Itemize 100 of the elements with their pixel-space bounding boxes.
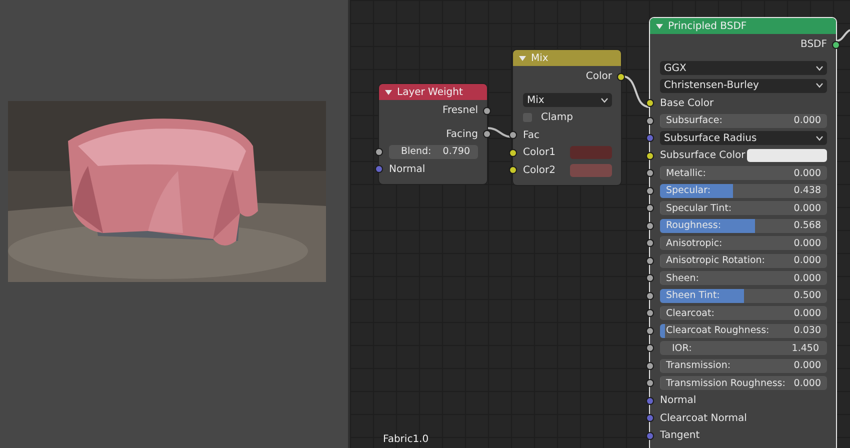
socket-dot[interactable]	[484, 131, 490, 137]
slider-label: Roughness:	[666, 220, 722, 232]
field-label: IOR:	[672, 342, 692, 354]
socket-label: Subsurface Color	[660, 150, 746, 162]
value-slider[interactable]: Anisotropic: 0.000	[660, 236, 827, 250]
socket-dot[interactable]	[647, 240, 653, 246]
socket-label: Color1	[523, 147, 556, 158]
slider-label: Metallic:	[666, 168, 706, 179]
number-field[interactable]: Blend: 0.790	[389, 144, 478, 159]
value-slider[interactable]: Subsurface: 0.000	[660, 114, 827, 128]
value-slider[interactable]: Metallic: 0.000	[660, 166, 827, 180]
checkbox-label: Clamp	[541, 112, 573, 124]
socket-dot[interactable]	[647, 345, 653, 351]
socket-dot[interactable]	[510, 132, 516, 138]
value-slider[interactable]: Clearcoat Roughness: 0.030	[660, 324, 827, 338]
socket-dot[interactable]	[647, 222, 653, 228]
slider-label: Transmission:	[666, 360, 731, 372]
chevron-icon	[816, 83, 823, 88]
socket-dot[interactable]	[484, 108, 490, 114]
socket-label: Fac	[523, 130, 540, 141]
slider-label: Transmission Roughness:	[666, 378, 786, 389]
value-slider[interactable]: Transmission: 0.000	[660, 358, 827, 373]
value-slider[interactable]: Transmission Roughness: 0.000	[660, 376, 827, 390]
node-header[interactable]: Layer Weight	[379, 84, 487, 100]
slider-value: 0.000	[794, 255, 821, 266]
slider-value: 0.568	[794, 220, 821, 232]
socket-label: Clearcoat Normal	[660, 412, 747, 424]
socket-label: Fresnel	[442, 105, 478, 116]
value-slider[interactable]: Sheen Tint: 0.500	[660, 288, 827, 303]
socket-label: Normal	[389, 164, 426, 175]
color-swatch[interactable]	[570, 146, 612, 160]
socket-dot[interactable]	[647, 415, 653, 421]
socket-dot[interactable]	[376, 166, 382, 172]
number-field[interactable]: IOR: 1.450	[660, 341, 827, 356]
slider-value: 0.000	[794, 272, 821, 284]
chevron-icon	[816, 136, 823, 141]
socket-dot[interactable]	[647, 328, 653, 334]
slider-value: 0.000	[794, 360, 821, 372]
socket-label: BSDF	[800, 39, 827, 50]
socket-dot[interactable]	[647, 432, 653, 438]
slider-value: 0.000	[794, 378, 821, 389]
color-swatch[interactable]	[570, 164, 612, 177]
slider-value: 0.438	[794, 185, 821, 196]
wire	[836, 29, 850, 42]
socket-dot[interactable]	[647, 380, 653, 386]
field-value: 1.450	[792, 342, 819, 354]
socket-label: Color2	[523, 164, 556, 176]
socket-dot[interactable]	[647, 135, 653, 141]
socket-dot[interactable]	[647, 310, 653, 316]
slider-label: Anisotropic:	[666, 238, 722, 249]
field-label: Blend:	[401, 146, 432, 158]
socket-dot[interactable]	[647, 118, 653, 124]
slider-value: 0.000	[794, 238, 821, 249]
socket-dot[interactable]	[647, 170, 653, 176]
socket-label: Facing	[446, 128, 478, 140]
socket-label: Normal	[660, 395, 696, 406]
socket-dot[interactable]	[833, 42, 839, 48]
socket-dot[interactable]	[647, 188, 653, 194]
collapse-icon[interactable]	[656, 24, 663, 28]
value-slider[interactable]: Anisotropic Rotation: 0.000	[660, 254, 827, 268]
dropdown[interactable]: GGX	[660, 61, 827, 76]
socket-dot[interactable]	[647, 292, 653, 298]
frame-label: Fabric1.0	[383, 434, 429, 445]
socket-dot[interactable]	[647, 152, 653, 158]
socket-dot[interactable]	[647, 100, 653, 106]
node-header[interactable]: Principled BSDF	[650, 18, 836, 34]
dropdown[interactable]: Subsurface Radius	[660, 131, 827, 146]
value-slider[interactable]: Specular: 0.438	[660, 184, 827, 198]
dropdown[interactable]: Mix	[523, 93, 612, 108]
slider-label: Sheen Tint:	[666, 290, 720, 302]
slider-value: 0.000	[794, 308, 821, 319]
slider-label: Subsurface:	[666, 115, 722, 126]
socket-dot[interactable]	[510, 167, 516, 173]
slider-value: 0.500	[794, 290, 821, 302]
value-slider[interactable]: Roughness: 0.568	[660, 218, 827, 233]
node-title: Mix	[531, 52, 548, 64]
socket-dot[interactable]	[647, 275, 653, 281]
field-value: 0.790	[442, 146, 470, 158]
slider-label: Clearcoat:	[666, 308, 714, 319]
socket-dot[interactable]	[647, 398, 653, 404]
slider-value: 0.000	[794, 168, 821, 179]
socket-dot[interactable]	[647, 258, 653, 264]
socket-label: Color	[586, 71, 612, 82]
slider-value: 0.030	[794, 325, 821, 336]
value-slider[interactable]: Specular Tint: 0.000	[660, 201, 827, 216]
collapse-icon[interactable]	[385, 90, 392, 94]
slider-label: Specular Tint:	[666, 202, 732, 214]
value-slider[interactable]: Clearcoat: 0.000	[660, 306, 827, 320]
socket-dot[interactable]	[618, 74, 624, 80]
slider-label: Anisotropic Rotation:	[666, 255, 765, 266]
socket-dot[interactable]	[510, 150, 516, 156]
dropdown[interactable]: Christensen-Burley	[660, 78, 827, 93]
socket-dot[interactable]	[376, 148, 382, 154]
socket-dot[interactable]	[647, 205, 653, 211]
value-slider[interactable]: Sheen: 0.000	[660, 271, 827, 286]
slider-label: Specular:	[666, 185, 711, 196]
socket-label: Tangent	[660, 430, 700, 442]
color-swatch[interactable]	[747, 149, 827, 162]
chevron-icon	[601, 98, 608, 103]
socket-dot[interactable]	[647, 362, 653, 368]
